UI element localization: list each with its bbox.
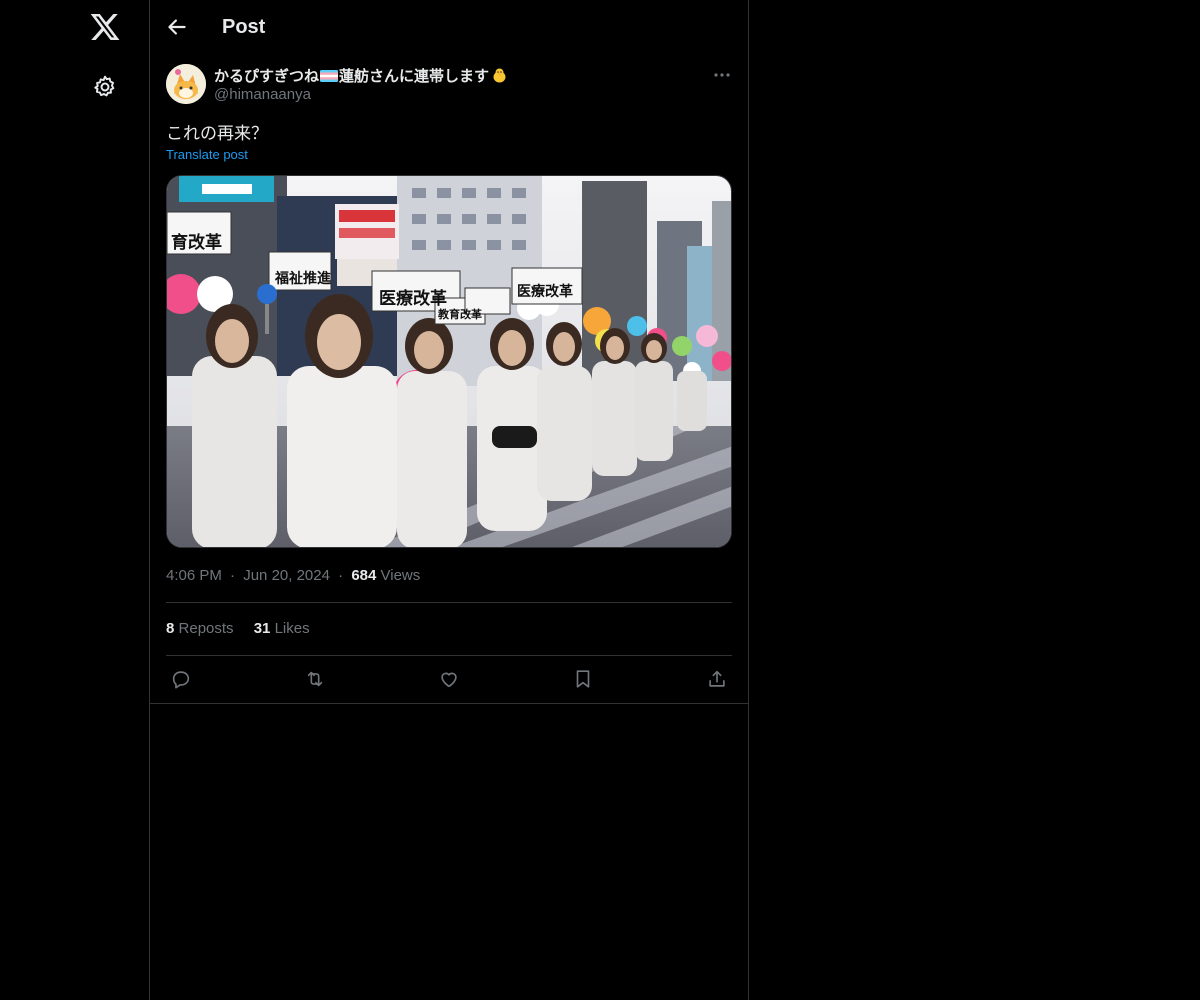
reply-icon[interactable] <box>167 665 195 693</box>
share-icon[interactable] <box>703 665 731 693</box>
main-column: Post かるぴすぎつね 蓮舫さんに連帯します @himanaanya これの再来… <box>149 0 749 1000</box>
chick-icon <box>491 67 508 84</box>
more-options-icon[interactable] <box>710 65 734 85</box>
likes-label: Likes <box>274 620 310 637</box>
views-count: 684 <box>351 567 377 584</box>
post-media-image[interactable]: 育改革 福祉推進 医療改革 医療改革 教育改革 <box>166 175 732 548</box>
reposts-count: 8 <box>166 620 175 637</box>
media-sign-text: 医療改革 <box>379 288 447 309</box>
post-text: これの再来？ <box>166 124 268 144</box>
post-meta: 4:06 PM · Jun 20, 2024 · 684 Views <box>166 567 420 584</box>
x-logo-icon[interactable] <box>89 11 121 43</box>
handle[interactable]: @himanaanya <box>214 86 311 103</box>
media-sign-text: 医療改革 <box>517 283 573 300</box>
divider <box>166 602 732 603</box>
likes-stat[interactable]: 31 Likes <box>254 620 310 637</box>
reposts-label: Reposts <box>178 620 234 637</box>
likes-count: 31 <box>253 620 271 637</box>
translate-post-link[interactable]: Translate post <box>166 147 248 162</box>
post-date[interactable]: Jun 20, 2024 <box>243 567 330 584</box>
header: Post <box>150 0 748 53</box>
display-name-part2: 蓮舫さんに連帯します <box>339 68 490 85</box>
meta-dot: · <box>230 567 236 584</box>
arrow-left-icon[interactable] <box>164 14 190 40</box>
nav-rail <box>0 0 150 1000</box>
post: かるぴすぎつね 蓮舫さんに連帯します @himanaanya これの再来？ Tra… <box>150 53 748 704</box>
gear-icon[interactable] <box>92 74 118 100</box>
media-sign-text: 育改革 <box>171 232 222 253</box>
media-sign-text: 福祉推進 <box>274 270 331 287</box>
views-label: Views <box>380 567 421 584</box>
bookmark-icon[interactable] <box>569 665 597 693</box>
post-stats: 8 Reposts 31 Likes <box>166 620 326 637</box>
action-bar <box>166 665 732 693</box>
avatar[interactable] <box>166 64 206 104</box>
divider <box>166 655 732 656</box>
post-time[interactable]: 4:06 PM <box>166 567 222 584</box>
repost-icon[interactable] <box>301 665 329 693</box>
meta-dot: · <box>338 567 344 584</box>
trans-flag-icon <box>320 69 339 82</box>
page-title: Post <box>222 16 266 38</box>
like-icon[interactable] <box>435 665 463 693</box>
display-name[interactable]: かるぴすぎつね 蓮舫さんに連帯します <box>214 65 508 86</box>
media-sign-text: 教育改革 <box>437 307 482 321</box>
display-name-part1: かるぴすぎつね <box>214 68 320 85</box>
reposts-stat[interactable]: 8 Reposts <box>166 620 234 637</box>
